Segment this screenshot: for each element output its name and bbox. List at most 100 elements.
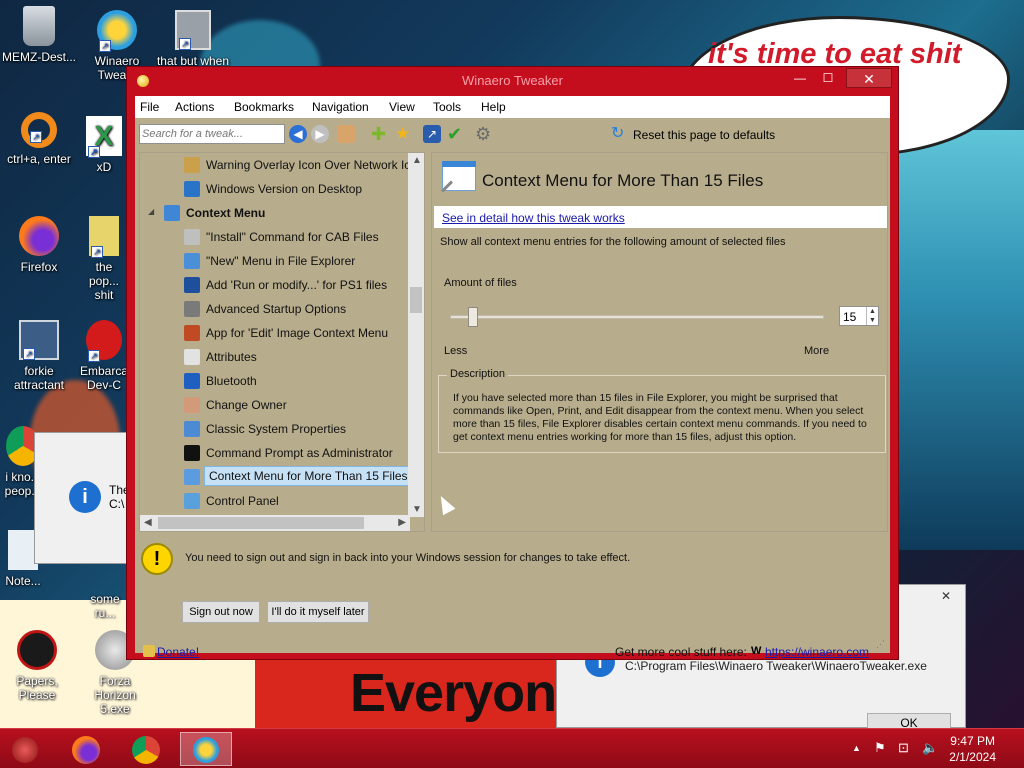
- tree-item-label: Command Prompt as Administrator: [206, 446, 393, 460]
- wallpaper-text: Everyon: [350, 663, 557, 723]
- taskbar-chrome[interactable]: [120, 732, 172, 766]
- tree-item[interactable]: Bluetooth: [140, 369, 410, 393]
- taskbar-winaero[interactable]: [180, 732, 232, 766]
- tree-item[interactable]: Attributes: [140, 345, 410, 369]
- tree-expander-icon[interactable]: ◢: [148, 207, 154, 216]
- apply-icon[interactable]: ✔: [447, 125, 465, 143]
- menu-tools[interactable]: Tools: [433, 100, 461, 114]
- resize-grip-icon[interactable]: ⋰: [876, 639, 888, 651]
- do-it-later-button[interactable]: I'll do it myself later: [267, 601, 369, 623]
- winaero-tweaker-window[interactable]: Winaero Tweaker — ☐ ✕ File Actions Bookm…: [126, 66, 899, 660]
- tweak-detail-link[interactable]: See in detail how this tweak works: [442, 211, 625, 225]
- minimize-button[interactable]: —: [788, 69, 812, 87]
- tree-item-icon: [184, 253, 200, 269]
- back-icon[interactable]: ◀: [289, 125, 307, 143]
- close-button[interactable]: ✕: [846, 68, 892, 88]
- tree-item-icon: [184, 229, 200, 245]
- tree-item[interactable]: "Install" Command for CAB Files: [140, 225, 410, 249]
- tree-item[interactable]: Control Panel: [140, 489, 410, 513]
- taskbar-firefox[interactable]: [60, 732, 112, 766]
- sign-out-now-button[interactable]: Sign out now: [182, 601, 260, 623]
- tree-item[interactable]: Change Owner: [140, 393, 410, 417]
- tree-item[interactable]: Warning Overlay Icon Over Network Icon: [140, 153, 424, 177]
- desktop-icon-label: the pop... shit: [88, 260, 120, 302]
- scroll-up-icon[interactable]: ▲: [412, 155, 422, 166]
- tree-vertical-scrollbar[interactable]: ▲ ▼: [408, 153, 424, 517]
- tweak-tree[interactable]: Warning Overlay Icon Over Network Icon Wi…: [139, 152, 425, 532]
- scroll-down-icon[interactable]: ▼: [412, 504, 422, 515]
- description-title: Description: [447, 368, 509, 380]
- title-bar[interactable]: Winaero Tweaker — ☐ ✕: [127, 67, 898, 95]
- donate-link[interactable]: Donate!: [157, 645, 199, 659]
- menu-view[interactable]: View: [389, 100, 415, 114]
- tree-item-icon: [184, 325, 200, 341]
- tree-item-label: Warning Overlay Icon Over Network Icon: [206, 158, 424, 172]
- desktop-icon-that-but-when[interactable]: ↗ that but when: [156, 10, 230, 68]
- tree-item-icon: [184, 421, 200, 437]
- close-icon[interactable]: ✕: [935, 589, 957, 605]
- spin-up-icon[interactable]: ▲: [867, 307, 878, 316]
- system-clock[interactable]: 9:47 PM 2/1/2024: [949, 733, 996, 765]
- desktop-icon-forkie[interactable]: ↗ forkie attractant: [2, 320, 76, 392]
- volume-muted-icon[interactable]: 🔈: [922, 740, 938, 756]
- desktop-icon-firefox[interactable]: Firefox: [2, 216, 76, 274]
- scroll-thumb[interactable]: [410, 287, 422, 313]
- tree-item-label: App for 'Edit' Image Context Menu: [206, 326, 389, 340]
- window-title: Winaero Tweaker: [462, 73, 563, 88]
- amount-spinner[interactable]: 15 ▲ ▼: [839, 306, 879, 326]
- desktop-icon-xd[interactable]: X ↗ xD: [80, 116, 128, 174]
- spinner-arrows[interactable]: ▲ ▼: [866, 307, 878, 325]
- menu-file[interactable]: File: [140, 100, 159, 114]
- desktop-icon-some-ru[interactable]: some ru...: [80, 592, 130, 620]
- shortcut-icon[interactable]: ↗: [423, 125, 441, 143]
- reset-icon[interactable]: ↻: [611, 125, 629, 143]
- tree-item[interactable]: App for 'Edit' Image Context Menu: [140, 321, 410, 345]
- maximize-button[interactable]: ☐: [816, 69, 840, 87]
- winaero-icon: ↗: [97, 10, 137, 52]
- tree-item[interactable]: Classic System Properties: [140, 417, 410, 441]
- network-icon[interactable]: ⊡: [898, 740, 909, 756]
- tree-item[interactable]: Add 'Run or modify...' for PS1 files: [140, 273, 410, 297]
- amount-value[interactable]: 15: [843, 310, 856, 324]
- amount-slider-track[interactable]: [450, 315, 824, 319]
- desktop-icon-label: xD: [96, 160, 112, 174]
- scroll-right-icon[interactable]: ▶: [398, 517, 406, 528]
- papers-please-icon: [17, 630, 57, 670]
- menu-help[interactable]: Help: [481, 100, 506, 114]
- desktop-icon-memz[interactable]: MEMZ-Dest...: [2, 6, 76, 64]
- sign-out-notice: You need to sign out and sign in back in…: [185, 552, 631, 564]
- donate-icon: [143, 645, 155, 657]
- desktop-icon-ctrl-a[interactable]: ↗ ctrl+a, enter: [2, 112, 76, 166]
- amount-slider-thumb[interactable]: [468, 307, 478, 327]
- desktop-icon-papers-please[interactable]: Papers, Please: [0, 630, 74, 702]
- settings-icon[interactable]: ⚙: [475, 125, 493, 143]
- scroll-thumb[interactable]: [158, 517, 364, 529]
- tree-item[interactable]: Context Menu for More Than 15 Files: [140, 465, 413, 489]
- file-stack-icon: ↗: [175, 10, 211, 50]
- menu-navigation[interactable]: Navigation: [312, 100, 369, 114]
- winaero-link[interactable]: https://winaero.com: [765, 645, 869, 659]
- tree-item[interactable]: Command Prompt as Administrator: [140, 441, 410, 465]
- reset-page-link[interactable]: Reset this page to defaults: [633, 128, 775, 142]
- tree-item-label: Advanced Startup Options: [206, 302, 347, 316]
- tree-item[interactable]: "New" Menu in File Explorer: [140, 249, 410, 273]
- home-icon[interactable]: [337, 125, 355, 143]
- tree-item[interactable]: Advanced Startup Options: [140, 297, 410, 321]
- add-bookmark-icon[interactable]: ✚: [371, 125, 389, 143]
- desktop-icon-the-pop[interactable]: ↗ the pop... shit: [80, 216, 128, 302]
- action-center-flag-icon[interactable]: ⚑: [874, 740, 886, 756]
- spin-down-icon[interactable]: ▼: [867, 316, 878, 325]
- desktop-icon-label: MEMZ-Dest...: [2, 50, 76, 64]
- tree-horizontal-scrollbar[interactable]: ◀ ▶: [140, 515, 410, 531]
- tray-expand-icon[interactable]: ▲: [852, 743, 861, 753]
- menu-actions[interactable]: Actions: [175, 100, 214, 114]
- desktop-icon-devc[interactable]: ↗ Embarca... Dev-C: [80, 320, 138, 392]
- tree-item[interactable]: Windows Version on Desktop: [140, 177, 410, 201]
- search-input[interactable]: Search for a tweak...: [139, 124, 285, 144]
- start-button[interactable]: [0, 732, 52, 766]
- scroll-left-icon[interactable]: ◀: [144, 517, 152, 528]
- forward-icon[interactable]: ▶: [311, 125, 329, 143]
- bookmarks-icon[interactable]: ★: [395, 125, 413, 143]
- menu-bookmarks[interactable]: Bookmarks: [234, 100, 294, 114]
- tree-item[interactable]: ◢ Context Menu: [140, 201, 410, 225]
